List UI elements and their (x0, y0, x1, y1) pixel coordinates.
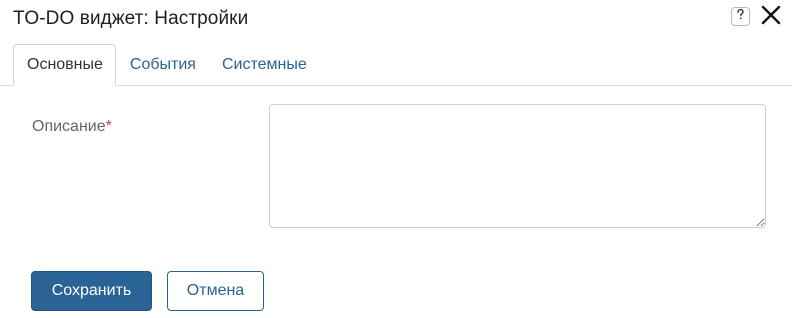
help-question-icon (735, 8, 746, 26)
close-icon (761, 5, 781, 30)
tabs-divider (0, 85, 792, 86)
description-textarea[interactable] (269, 104, 766, 228)
tab-bar: Основные События Системные (13, 44, 319, 86)
settings-dialog: TO-DO виджет: Настройки Основные События… (0, 0, 792, 318)
tab-main[interactable]: Основные (13, 44, 116, 86)
dialog-header: TO-DO виджет: Настройки (13, 5, 248, 33)
close-button[interactable] (760, 5, 782, 30)
description-field-wrapper (269, 104, 766, 228)
help-button[interactable] (731, 7, 750, 26)
required-mark: * (105, 118, 112, 135)
cancel-button[interactable]: Отмена (167, 271, 264, 311)
tab-system[interactable]: Системные (208, 44, 319, 86)
description-label-text: Описание (32, 118, 106, 135)
tab-events[interactable]: События (116, 44, 208, 86)
dialog-title: TO-DO виджет: Настройки (13, 8, 249, 29)
save-button[interactable]: Сохранить (31, 271, 152, 311)
description-label: Описание* (32, 118, 112, 136)
